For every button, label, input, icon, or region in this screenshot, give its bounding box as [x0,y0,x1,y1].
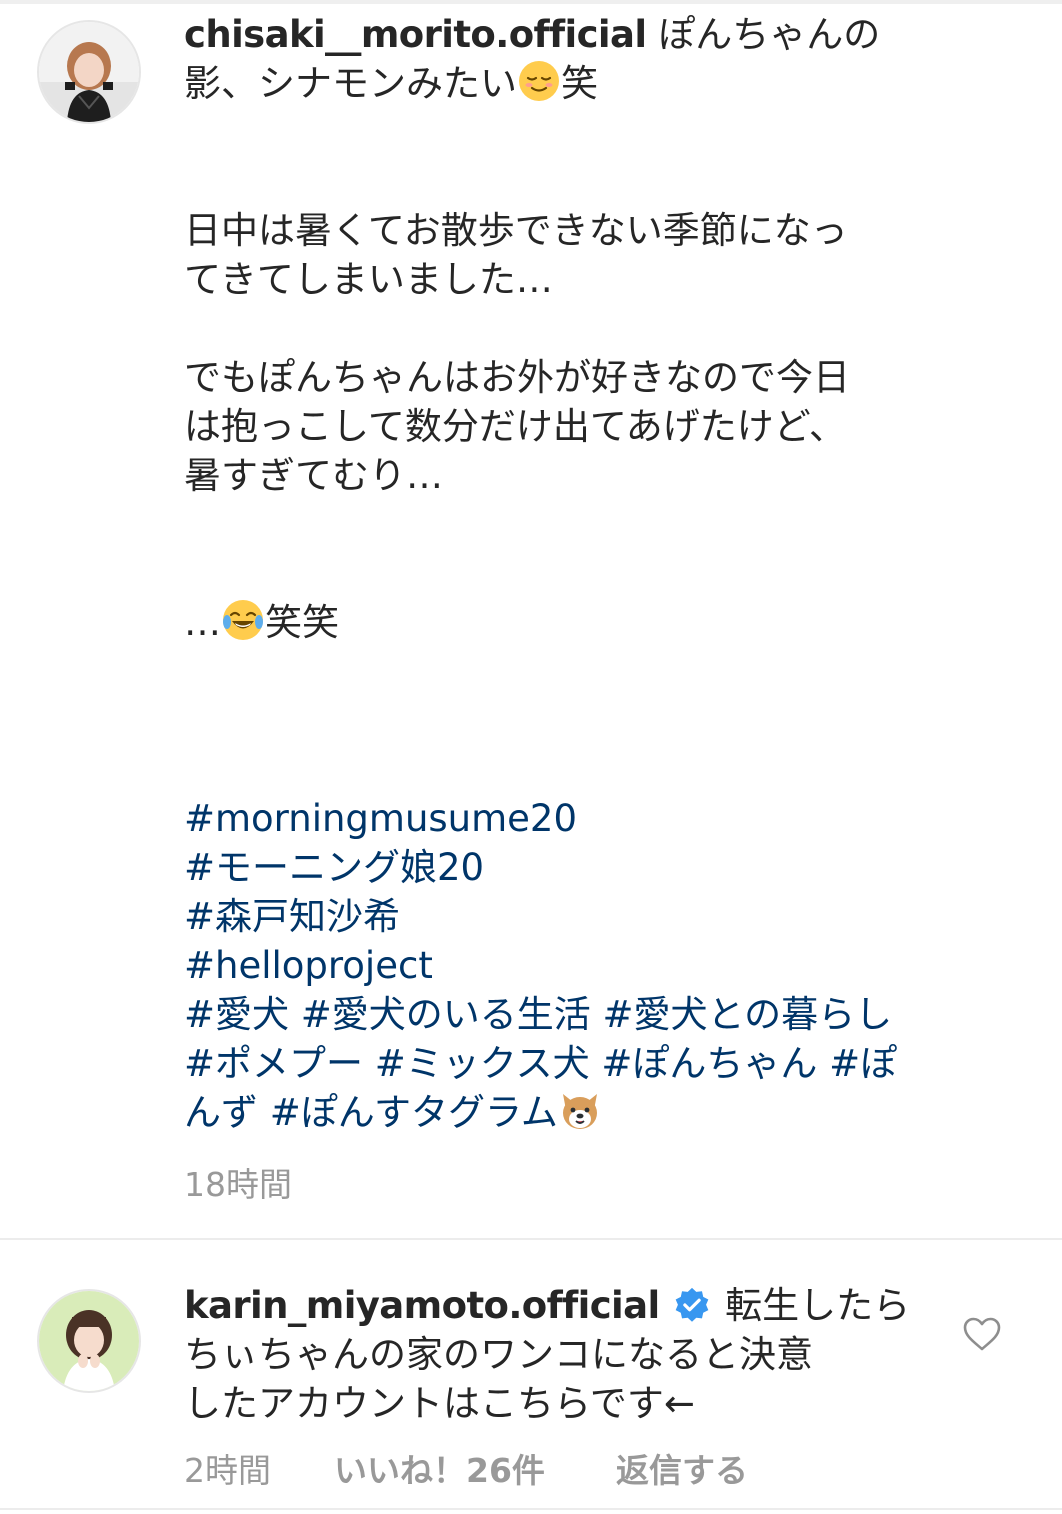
hashtag-line[interactable]: んず #ぽんすタグラム [184,1091,558,1134]
verified-badge-icon [676,1287,709,1322]
post-timestamp: 18時間 [184,1165,292,1204]
post-author-avatar[interactable] [37,20,141,124]
hashtag-line[interactable]: #ポメプー #ミックス犬 #ぽんちゃん #ぽ [184,1042,897,1085]
hashtag-line[interactable]: #morningmusume20 [184,797,577,840]
comment-time: 2時間 [184,1451,271,1490]
caption-laugh-line: … 笑笑 [184,598,954,647]
hashtag-line[interactable]: #愛犬 #愛犬のいる生活 #愛犬との暮らし [184,993,892,1036]
heart-outline-icon[interactable] [962,1316,1002,1352]
comment-text-line: ちぃちゃんの家のワンコになると決意 [184,1333,813,1376]
comment-text-line: したアカウントはこちらです← [184,1382,695,1425]
comment-meta: 2時間 いいね！26件 返信する [184,1444,748,1492]
relieved-face-emoji-icon [519,61,559,101]
comment-likes[interactable]: いいね！26件 [334,1444,616,1492]
comment-body: karin_miyamoto.official 転生したら ちぃちゃんの家のワン… [184,1281,914,1428]
dog-face-emoji-icon [562,1094,597,1129]
caption-paragraph-2: でもぽんちゃんはお外が好きなので今日 は抱っこして数分だけ出てあげたけど、 暑す… [184,353,954,500]
caption-paragraph-1: 日中は暑くてお散歩できない季節になっ てきてしまいました… [184,206,954,304]
caption-line: は抱っこして数分だけ出てあげたけど、 [184,405,846,448]
post-username[interactable]: chisaki__morito.official [184,13,647,56]
comment-text-line: 転生したら [725,1284,911,1327]
caption-line: てきてしまいました… [184,258,553,301]
commenter-username[interactable]: karin_miyamoto.official [184,1284,660,1327]
caption-ellipsis: … [184,601,221,644]
caption-line: でもぽんちゃんはお外が好きなので今日 [184,356,850,399]
hashtag-line[interactable]: #helloproject [184,944,433,987]
instagram-post-screen: chisaki__morito.official ぽんちゃんの影、シナモンみたい… [0,0,1062,1514]
commenter-avatar[interactable] [37,1289,141,1393]
caption-line: 日中は暑くてお散歩できない季節になっ [184,209,848,252]
caption-line: 暑すぎてむり… [184,454,443,497]
caption-first-after: 笑 [561,62,598,105]
bottom-divider [0,1508,1062,1510]
hashtag-line[interactable]: #モーニング娘20 [184,846,484,889]
top-divider [0,0,1062,4]
reply-button[interactable]: 返信する [616,1444,748,1492]
section-divider [0,1238,1062,1240]
caption-hashtags: #morningmusume20 #モーニング娘20 #森戸知沙希 #hello… [184,794,954,1137]
face-with-tears-of-joy-emoji-icon [223,600,263,640]
caption-laugh-text: 笑笑 [265,601,339,644]
hashtag-line[interactable]: #森戸知沙希 [184,895,400,938]
post-caption: chisaki__morito.official ぽんちゃんの影、シナモンみたい… [184,10,954,1137]
